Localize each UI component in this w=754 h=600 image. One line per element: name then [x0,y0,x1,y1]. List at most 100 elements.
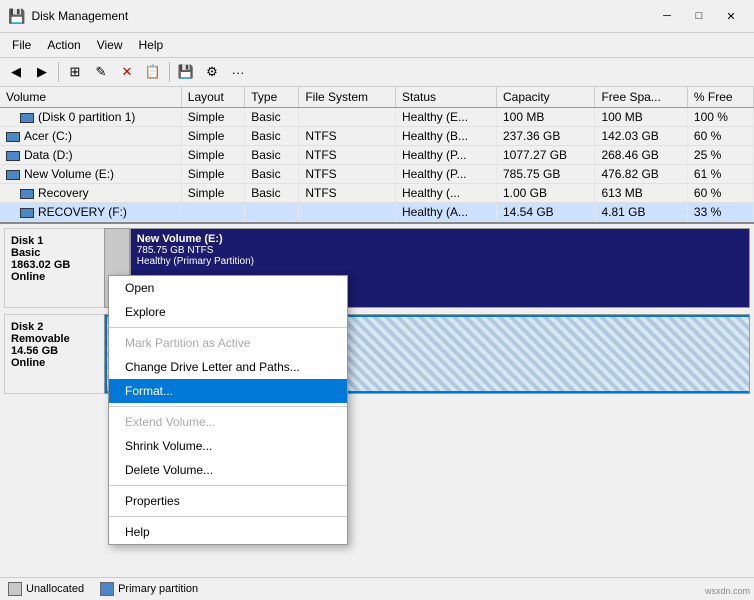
cell-4-2: Basic [245,184,299,203]
table-row[interactable]: RecoverySimpleBasicNTFSHealthy (...1.00 … [0,184,754,203]
forward-button[interactable]: ▶ [30,61,54,83]
toolbar-separator-1 [58,62,59,82]
disk2-size: 14.56 GB [11,345,98,357]
title-bar-controls: ─ □ ✕ [652,6,746,26]
cell-5-6: 4.81 GB [595,203,687,222]
context-menu-change-drive-letter-and-paths[interactable]: Change Drive Letter and Paths... [109,355,347,379]
cell-0-5: 100 MB [496,108,594,127]
cell-0-3 [299,108,396,127]
back-button[interactable]: ◀ [4,61,28,83]
settings-button[interactable]: ⚙ [200,61,224,83]
disk1-label: Disk 1 Basic 1863.02 GB Online [4,228,104,308]
row-icon [6,151,20,161]
cell-4-0: Recovery [0,184,181,203]
disk1-status: Online [11,271,98,283]
context-menu-shrink-volume[interactable]: Shrink Volume... [109,434,347,458]
menu-action[interactable]: Action [39,35,88,55]
col-freespace[interactable]: Free Spa... [595,87,687,108]
cell-1-6: 142.03 GB [595,127,687,146]
window-title: Disk Management [31,9,128,23]
minimize-button[interactable]: ─ [652,6,682,26]
cell-0-0: (Disk 0 partition 1) [0,108,181,127]
disk1-size: 1863.02 GB [11,259,98,271]
row-icon [20,208,34,218]
cell-0-7: 100 % [687,108,753,127]
col-percentfree[interactable]: % Free [687,87,753,108]
menu-view[interactable]: View [89,35,131,55]
cell-3-0: New Volume (E:) [0,165,181,184]
legend-unallocated: Unallocated [8,582,84,596]
edit-button[interactable]: ✎ [89,61,113,83]
col-volume[interactable]: Volume [0,87,181,108]
cell-4-1: Simple [181,184,244,203]
close-button[interactable]: ✕ [716,6,746,26]
col-capacity[interactable]: Capacity [496,87,594,108]
col-layout[interactable]: Layout [181,87,244,108]
cell-3-6: 476.82 GB [595,165,687,184]
cell-3-7: 61 % [687,165,753,184]
menu-file[interactable]: File [4,35,39,55]
row-icon [20,189,34,199]
table-row[interactable]: New Volume (E:)SimpleBasicNTFSHealthy (P… [0,165,754,184]
context-menu: OpenExplore Mark Partition as ActiveChang… [108,275,348,545]
context-menu-extend-volume: Extend Volume... [109,410,347,434]
col-status[interactable]: Status [396,87,497,108]
copy-button[interactable]: 📋 [141,61,165,83]
context-menu-open[interactable]: Open [109,276,347,300]
cell-0-2: Basic [245,108,299,127]
cell-1-1: Simple [181,127,244,146]
cell-0-6: 100 MB [595,108,687,127]
cell-5-5: 14.54 GB [496,203,594,222]
disk1-partition-size: 785.75 GB NTFS [137,245,743,256]
cell-1-3: NTFS [299,127,396,146]
context-menu-properties[interactable]: Properties [109,489,347,513]
delete-button[interactable]: ✕ [115,61,139,83]
disk1-type: Basic [11,247,98,259]
cell-4-5: 1.00 GB [496,184,594,203]
app-icon: 💾 [8,8,25,25]
cell-0-1: Simple [181,108,244,127]
row-icon [20,113,34,123]
context-menu-format[interactable]: Format... [109,379,347,403]
more-button[interactable]: ··· [226,61,250,83]
table-row[interactable]: RECOVERY (F:)Healthy (A...14.54 GB4.81 G… [0,203,754,222]
cell-1-5: 237.36 GB [496,127,594,146]
context-menu-separator [109,406,347,407]
disk2-label: Disk 2 Removable 14.56 GB Online [4,314,104,394]
legend-primary-box [100,582,114,596]
cell-3-1: Simple [181,165,244,184]
table-row[interactable]: (Disk 0 partition 1)SimpleBasicHealthy (… [0,108,754,127]
context-menu-help[interactable]: Help [109,520,347,544]
cell-5-2 [245,203,299,222]
footer-watermark: wsxdn.com [705,586,750,596]
context-menu-explore[interactable]: Explore [109,300,347,324]
disk1-name: Disk 1 [11,235,98,247]
cell-4-3: NTFS [299,184,396,203]
table-row[interactable]: Acer (C:)SimpleBasicNTFSHealthy (B...237… [0,127,754,146]
table-row[interactable]: Data (D:)SimpleBasicNTFSHealthy (P...107… [0,146,754,165]
toolbar-separator-2 [169,62,170,82]
cell-2-0: Data (D:) [0,146,181,165]
cell-2-2: Basic [245,146,299,165]
menu-bar: File Action View Help [0,33,754,58]
cell-5-4: Healthy (A... [396,203,497,222]
save-button[interactable]: 💾 [174,61,198,83]
title-bar: 💾 Disk Management ─ □ ✕ [0,0,754,33]
cell-5-3 [299,203,396,222]
context-menu-separator [109,485,347,486]
context-menu-delete-volume[interactable]: Delete Volume... [109,458,347,482]
disk2-name: Disk 2 [11,321,98,333]
context-menu-separator [109,327,347,328]
refresh-button[interactable]: ⊞ [63,61,87,83]
cell-1-7: 60 % [687,127,753,146]
context-menu-mark-partition-as-active: Mark Partition as Active [109,331,347,355]
maximize-button[interactable]: □ [684,6,714,26]
cell-2-6: 268.46 GB [595,146,687,165]
cell-4-4: Healthy (... [396,184,497,203]
legend-primary: Primary partition [100,582,198,596]
col-filesystem[interactable]: File System [299,87,396,108]
col-type[interactable]: Type [245,87,299,108]
legend-primary-label: Primary partition [118,583,198,595]
disk-table: Volume Layout Type File System Status Ca… [0,87,754,222]
menu-help[interactable]: Help [131,35,172,55]
